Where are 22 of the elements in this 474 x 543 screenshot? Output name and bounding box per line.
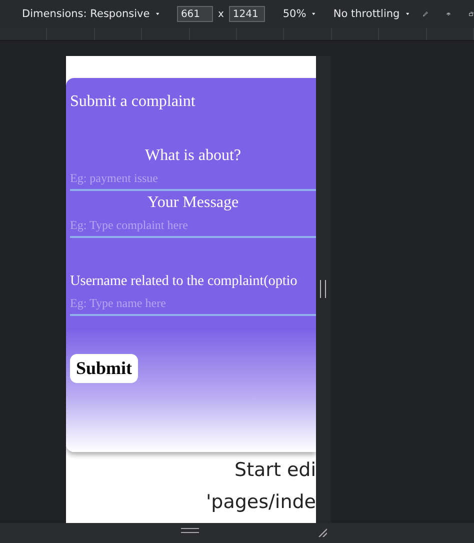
field-label: Your Message <box>146 194 240 212</box>
height-input[interactable]: 1241 <box>228 6 265 22</box>
input-field[interactable]: Eg: payment issue <box>70 167 316 191</box>
page-text: 'pages/inde <box>206 490 316 515</box>
form-title: Submit a complaint <box>70 93 196 111</box>
throttling-dropdown[interactable]: No throttling <box>333 8 400 20</box>
dimensions-dropdown[interactable]: Dimensions: Responsive <box>22 8 150 20</box>
input-field[interactable]: Eg: Type complaint here <box>70 214 316 238</box>
caret-icon <box>312 11 316 17</box>
submit-button[interactable]: Submit <box>70 354 138 383</box>
resize-handle[interactable] <box>181 528 199 533</box>
caret-icon <box>406 11 409 17</box>
caret-icon <box>156 11 159 17</box>
times-sign: x <box>218 8 224 20</box>
width-input[interactable]: 661 <box>176 6 213 22</box>
field-label: What is about? <box>144 147 242 165</box>
field-label: Username related to the complaint(optio <box>70 273 298 290</box>
resize-handle[interactable] <box>320 280 326 298</box>
input-field[interactable]: Eg: Type name here <box>70 292 316 316</box>
corner-resize-icon[interactable] <box>318 528 327 537</box>
zoom-dropdown[interactable]: 50% <box>282 8 306 20</box>
page-text: Start edi <box>234 458 316 483</box>
